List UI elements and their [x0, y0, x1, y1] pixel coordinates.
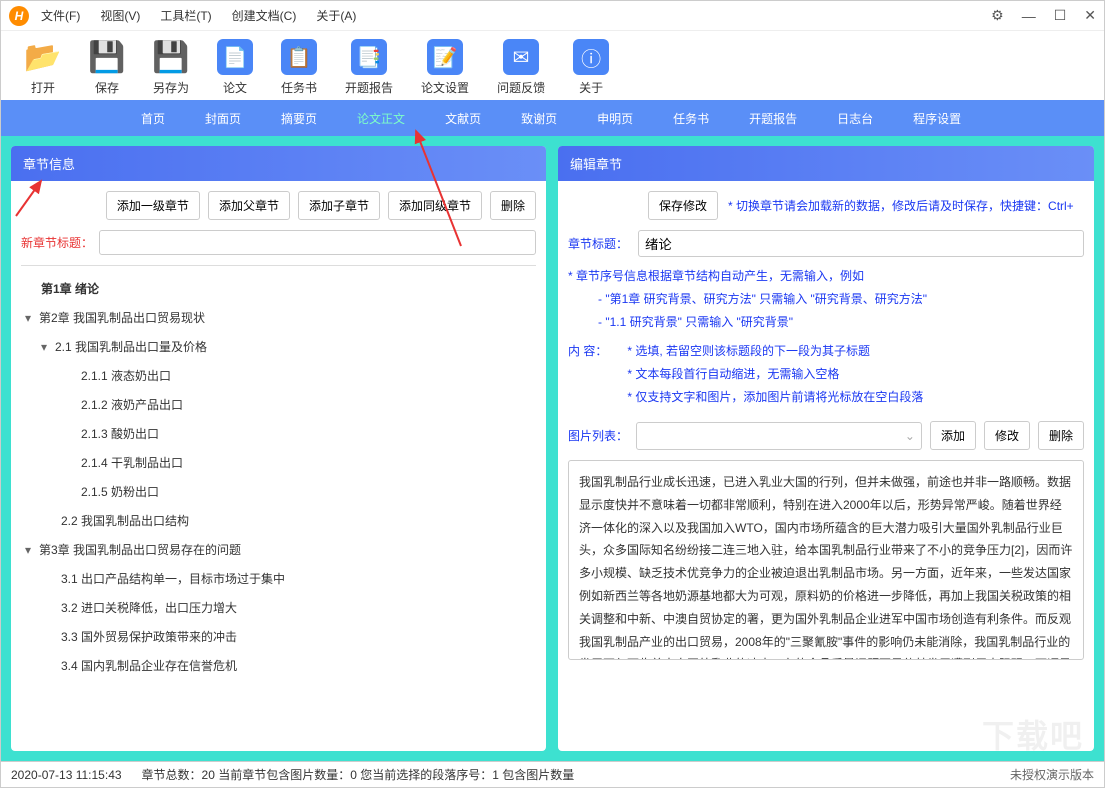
tree-item[interactable]: 3.1 出口产品结构单一，目标市场过于集中	[21, 564, 536, 593]
close-button[interactable]: ✕	[1084, 7, 1096, 24]
add-l1-chapter-button[interactable]: 添加一级章节	[106, 191, 200, 220]
save-icon: 💾	[89, 39, 125, 75]
chapter-info-header: 章节信息	[11, 146, 546, 181]
tool-about[interactable]: ⓘ关于	[573, 39, 609, 96]
chapter-tree: 第1章 绪论 ▾第2章 我国乳制品出口贸易现状 ▾2.1 我国乳制品出口量及价格…	[21, 265, 536, 680]
tree-item[interactable]: 2.1.5 奶粉出口	[21, 477, 536, 506]
save-changes-button[interactable]: 保存修改	[648, 191, 718, 220]
status-info: 章节总数：20 当前章节包含图片数量：0 您当前选择的段落序号：1 包含图片数量	[142, 766, 575, 783]
gear-icon[interactable]: ⚙	[991, 7, 1004, 24]
edit-image-button[interactable]: 修改	[984, 421, 1030, 450]
chapter-info-panel: 章节信息 添加一级章节 添加父章节 添加子章节 添加同级章节 删除 新章节标题：…	[11, 146, 546, 751]
tree-item[interactable]: ▾第2章 我国乳制品出口贸易现状	[21, 303, 536, 332]
hint-optional: * 选填, 若留空则该标题段的下一段为其子标题	[627, 342, 1084, 359]
window-controls: ⚙ — ☐ ✕	[991, 7, 1096, 24]
edit-chapter-panel: 编辑章节 保存修改 * 切换章节请会加载新的数据，修改后请及时保存，快捷键：Ct…	[558, 146, 1094, 751]
content-label: 内 容：	[568, 342, 607, 405]
status-time: 2020-07-13 11:15:43	[11, 768, 122, 782]
hint-example-2: - "1.1 研究背景" 只需输入 "研究背景"	[598, 313, 1084, 330]
tab-proposal[interactable]: 开题报告	[729, 100, 817, 136]
tree-item[interactable]: 第1章 绪论	[21, 274, 536, 303]
hint-example-1: - "第1章 研究背景、研究方法" 只需输入 "研究背景、研究方法"	[598, 290, 1084, 307]
new-title-label: 新章节标题：	[21, 234, 93, 251]
tool-thesis[interactable]: 📄论文	[217, 39, 253, 96]
image-list-label: 图片列表：	[568, 427, 628, 444]
tree-item[interactable]: 2.1.2 液奶产品出口	[21, 390, 536, 419]
new-title-input[interactable]	[99, 230, 536, 255]
tool-proposal[interactable]: 📑开题报告	[345, 39, 393, 96]
tree-item[interactable]: 3.4 国内乳制品企业存在信誉危机	[21, 651, 536, 680]
tab-refs[interactable]: 文献页	[425, 100, 501, 136]
menu-view[interactable]: 视图(V)	[100, 7, 140, 24]
status-license: 未授权演示版本	[1010, 766, 1094, 783]
delete-image-button[interactable]: 删除	[1038, 421, 1084, 450]
content-textarea[interactable]: 我国乳制品行业成长迅速，已进入乳业大国的行列，但并未做强，前途也并非一路顺畅。数…	[568, 460, 1084, 660]
tool-feedback[interactable]: ✉问题反馈	[497, 39, 545, 96]
image-list-select[interactable]: ⌄	[636, 422, 922, 450]
chevron-down-icon[interactable]: ▾	[25, 543, 39, 557]
menu-bar: 文件(F) 视图(V) 工具栏(T) 创建文档(C) 关于(A)	[41, 7, 356, 24]
tool-open[interactable]: 📂打开	[25, 39, 61, 96]
save-note: * 切换章节请会加载新的数据，修改后请及时保存，快捷键：Ctrl+	[728, 197, 1074, 214]
add-image-button[interactable]: 添加	[930, 421, 976, 450]
hint-indent: * 文本每段首行自动缩进，无需输入空格	[627, 365, 1084, 382]
minimize-button[interactable]: —	[1022, 8, 1036, 24]
statusbar: 2020-07-13 11:15:43 章节总数：20 当前章节包含图片数量：0…	[1, 761, 1104, 787]
edit-chapter-header: 编辑章节	[558, 146, 1094, 181]
chevron-down-icon[interactable]: ▾	[41, 340, 55, 354]
saveas-icon: 💾	[153, 39, 189, 75]
chapter-title-label: 章节标题：	[568, 235, 628, 252]
list-icon: 📋	[281, 39, 317, 75]
tab-log[interactable]: 日志台	[817, 100, 893, 136]
tree-item[interactable]: 2.1.4 干乳制品出口	[21, 448, 536, 477]
tab-abstract[interactable]: 摘要页	[261, 100, 337, 136]
tool-settings[interactable]: 📝论文设置	[421, 39, 469, 96]
toolbar: 📂打开 💾保存 💾另存为 📄论文 📋任务书 📑开题报告 📝论文设置 ✉问题反馈 …	[1, 31, 1104, 100]
add-child-chapter-button[interactable]: 添加子章节	[298, 191, 380, 220]
maximize-button[interactable]: ☐	[1054, 7, 1067, 24]
delete-chapter-button[interactable]: 删除	[490, 191, 536, 220]
app-logo: H	[9, 6, 29, 26]
tab-body[interactable]: 论文正文	[337, 100, 425, 136]
chevron-down-icon[interactable]: ▾	[25, 311, 39, 325]
mail-icon: ✉	[503, 39, 539, 75]
add-parent-chapter-button[interactable]: 添加父章节	[208, 191, 290, 220]
tab-thanks[interactable]: 致谢页	[501, 100, 577, 136]
tree-item[interactable]: 2.1.3 酸奶出口	[21, 419, 536, 448]
tool-save[interactable]: 💾保存	[89, 39, 125, 96]
settings-icon: 📝	[427, 39, 463, 75]
menu-file[interactable]: 文件(F)	[41, 7, 80, 24]
tree-item[interactable]: 3.2 进口关税降低，出口压力增大	[21, 593, 536, 622]
info-icon: ⓘ	[573, 39, 609, 75]
doc-icon: 📄	[217, 39, 253, 75]
menu-toolbar[interactable]: 工具栏(T)	[160, 7, 211, 24]
tab-decl[interactable]: 申明页	[577, 100, 653, 136]
tree-item[interactable]: 2.1.1 液态奶出口	[21, 361, 536, 390]
tab-home[interactable]: 首页	[121, 100, 185, 136]
chapter-title-input[interactable]	[638, 230, 1084, 257]
titlebar: H 文件(F) 视图(V) 工具栏(T) 创建文档(C) 关于(A) ⚙ — ☐…	[1, 1, 1104, 31]
folder-icon: 📂	[25, 39, 61, 75]
tree-item[interactable]: ▾2.1 我国乳制品出口量及价格	[21, 332, 536, 361]
tool-taskbook[interactable]: 📋任务书	[281, 39, 317, 96]
tab-task[interactable]: 任务书	[653, 100, 729, 136]
tab-prog[interactable]: 程序设置	[893, 100, 981, 136]
tool-saveas[interactable]: 💾另存为	[153, 39, 189, 96]
tab-cover[interactable]: 封面页	[185, 100, 261, 136]
report-icon: 📑	[351, 39, 387, 75]
chevron-down-icon: ⌄	[905, 429, 915, 443]
hint-autonumber: * 章节序号信息根据章节结构自动产生，无需输入，例如	[568, 267, 1084, 284]
menu-create[interactable]: 创建文档(C)	[232, 7, 297, 24]
tree-item[interactable]: 2.2 我国乳制品出口结构	[21, 506, 536, 535]
page-tabs: 首页 封面页 摘要页 论文正文 文献页 致谢页 申明页 任务书 开题报告 日志台…	[1, 100, 1104, 136]
tree-item[interactable]: ▾第3章 我国乳制品出口贸易存在的问题	[21, 535, 536, 564]
hint-image: * 仅支持文字和图片，添加图片前请将光标放在空白段落	[627, 388, 1084, 405]
add-sibling-chapter-button[interactable]: 添加同级章节	[388, 191, 482, 220]
tree-item[interactable]: 3.3 国外贸易保护政策带来的冲击	[21, 622, 536, 651]
menu-about[interactable]: 关于(A)	[316, 7, 356, 24]
